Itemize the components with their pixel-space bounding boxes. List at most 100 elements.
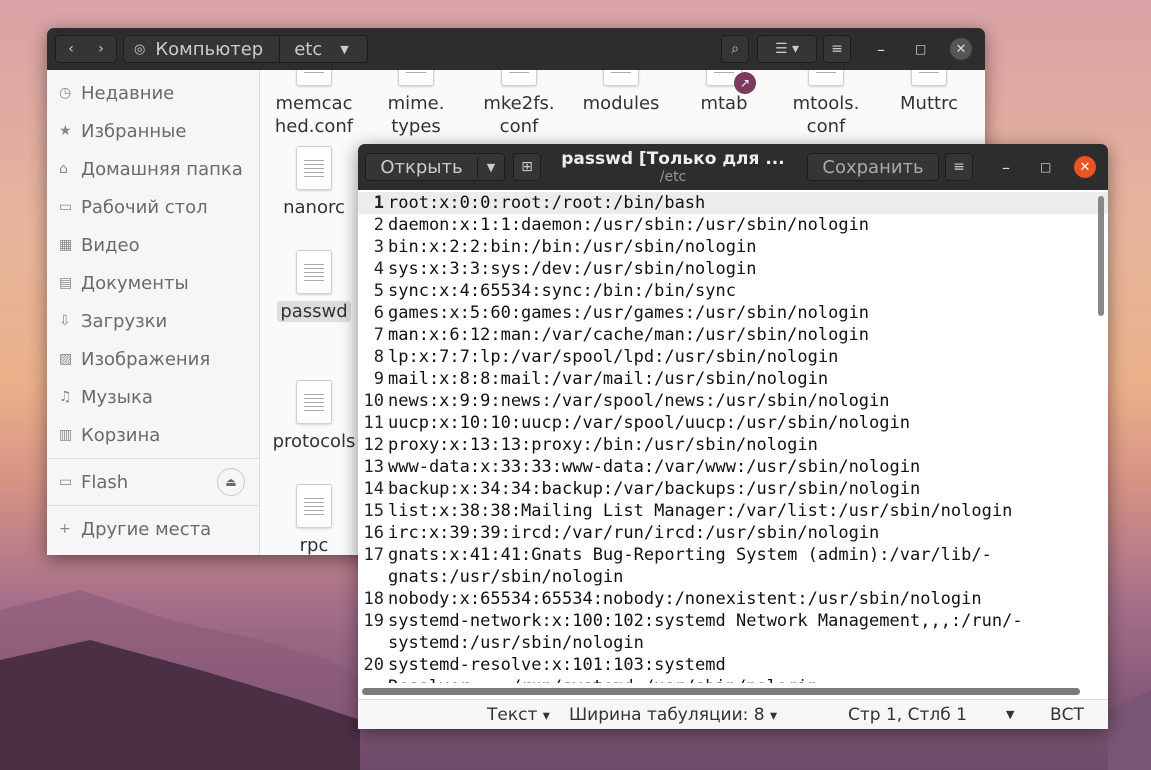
text-line: 12 proxy:x:13:13:proxy:/bin:/usr/sbin/nol… <box>358 434 1108 456</box>
sidebar-item-label: Домашняя папка <box>81 158 243 180</box>
file-item[interactable]: mke2fs. conf <box>471 70 567 138</box>
sidebar-item[interactable]: ▭ Рабочий стол <box>47 188 259 226</box>
line-number: 4 <box>373 259 384 279</box>
file-name: mime. <box>387 93 445 114</box>
file-item[interactable]: rpc <box>266 484 362 555</box>
line-text: man:x:6:12:man:/var/cache/man:/usr/sbin/… <box>388 325 870 345</box>
chevron-down-icon[interactable]: ▼ <box>1006 708 1014 721</box>
text-line: 11 uucp:x:10:10:uucp:/var/spool/uucp:/usr… <box>358 412 1108 434</box>
line-text: sync:x:4:65534:sync:/bin:/bin/sync <box>388 281 736 301</box>
maximize-button[interactable]: □ <box>915 42 926 56</box>
line-number: 2 <box>373 215 384 235</box>
pictures-icon: ▨ <box>59 351 73 367</box>
clock-icon: ◷ <box>59 85 72 101</box>
tab-width-label: Ширина табуляции: 8 <box>569 704 765 725</box>
file-item[interactable]: mime. types <box>368 70 464 138</box>
maximize-button[interactable]: □ <box>1040 160 1051 174</box>
text-line: 5 sync:x:4:65534:sync:/bin:/bin/sync <box>358 280 1108 302</box>
back-button[interactable]: ‹ <box>68 41 74 57</box>
trash-icon: ▥ <box>59 427 73 443</box>
file-item[interactable]: memcac hed.conf <box>266 70 362 138</box>
sidebar: ◷ Недавние ★ Избранные ⌂ Домашняя папка ▭ Рабоч… <box>47 70 260 555</box>
text-line: 17 gnats:x:41:41:Gnats Bug-Reporting Syst… <box>358 544 1108 588</box>
nav-buttons: ‹ › <box>55 35 117 63</box>
view-options-button[interactable]: ☰ ▾ <box>757 35 817 63</box>
sidebar-item[interactable]: ⌂ Домашняя папка <box>47 150 259 188</box>
chevron-down-icon[interactable]: ▼ <box>478 161 504 174</box>
line-number: 7 <box>373 325 384 345</box>
text-file-icon <box>911 70 947 86</box>
star-icon: ★ <box>59 123 72 139</box>
minimize-button[interactable]: – <box>877 40 885 59</box>
chevron-down-icon[interactable]: ▼ <box>340 43 348 56</box>
sidebar-item-label: Изображения <box>81 348 211 370</box>
vertical-scrollbar[interactable] <box>1098 196 1104 316</box>
open-button[interactable]: Открыть ▼ <box>365 153 505 181</box>
line-text: proxy:x:13:13:proxy:/bin:/usr/sbin/nolog… <box>388 435 818 455</box>
sidebar-item-label: Видео <box>81 234 140 256</box>
minimize-button[interactable]: – <box>1002 158 1010 177</box>
horizontal-scrollbar[interactable] <box>362 688 1080 695</box>
eject-icon[interactable]: ⏏ <box>217 468 245 496</box>
text-line: 10 news:x:9:9:news:/var/spool/news:/usr/s… <box>358 390 1108 412</box>
syntax-dropdown[interactable]: Текст ▾ <box>487 705 550 725</box>
video-icon: ▦ <box>59 237 73 253</box>
forward-button[interactable]: › <box>98 41 104 57</box>
close-button[interactable]: ✕ <box>1074 156 1096 178</box>
close-button[interactable]: ✕ <box>950 38 972 60</box>
text-line: 20systemd-resolve:x:101:103:systemd Reso… <box>358 654 1108 683</box>
window-title: passwd [Только для ... <box>561 149 785 169</box>
tab-width-dropdown[interactable]: Ширина табуляции: 8 ▾ <box>569 705 777 725</box>
file-name: passwd <box>277 301 351 322</box>
line-text: systemd-network:x:100:102:systemd Networ… <box>388 611 1023 653</box>
text-line: 18 nobody:x:65534:65534:nobody:/nonexiste… <box>358 588 1108 610</box>
syntax-label: Текст <box>487 704 538 725</box>
insert-mode[interactable]: ВСТ <box>1050 705 1084 725</box>
text-line: 16 irc:x:39:39:ircd:/var/run/ircd:/usr/sb… <box>358 522 1108 544</box>
sidebar-item-other-locations[interactable]: + Другие места <box>47 510 259 548</box>
text-line: 8 lp:x:7:7:lp:/var/spool/lpd:/usr/sbin/no… <box>358 346 1108 368</box>
line-text: nobody:x:65534:65534:nobody:/nonexistent… <box>388 589 982 609</box>
sidebar-item[interactable]: ▤ Документы <box>47 264 259 302</box>
sidebar-item[interactable]: ♫ Музыка <box>47 378 259 416</box>
text-view[interactable]: 1 root:x:0:0:root:/root:/bin/bash 2 daemon:… <box>358 190 1108 683</box>
line-number: 11 <box>363 413 384 433</box>
file-item[interactable]: mtools. conf <box>778 70 874 138</box>
menu-button[interactable]: ≡ <box>823 35 851 63</box>
sidebar-item[interactable]: ▥ Корзина <box>47 416 259 454</box>
text-file-icon <box>808 70 844 86</box>
file-item[interactable]: passwd <box>266 250 362 323</box>
search-button[interactable]: ⌕ <box>721 35 749 63</box>
file-name: Muttrc <box>900 93 958 114</box>
menu-button[interactable]: ≡ <box>945 153 973 181</box>
sidebar-item[interactable]: ◷ Недавние <box>47 74 259 112</box>
sidebar-item-flash[interactable]: ▭ Flash ⏏ <box>47 463 259 501</box>
cursor-position[interactable]: Стр 1, Стлб 1 <box>848 705 967 725</box>
download-icon: ⇩ <box>59 313 71 329</box>
new-tab-button[interactable]: ⊞ <box>513 153 541 181</box>
text-line: 2 daemon:x:1:1:daemon:/usr/sbin:/usr/sbin… <box>358 214 1108 236</box>
file-name: mtools. <box>792 93 860 114</box>
file-item[interactable]: Muttrc <box>881 70 977 115</box>
line-text: list:x:38:38:Mailing List Manager:/var/l… <box>388 501 1013 521</box>
path-etc[interactable]: etc <box>280 39 322 60</box>
line-text: lp:x:7:7:lp:/var/spool/lpd:/usr/sbin/nol… <box>388 347 839 367</box>
line-number: 9 <box>373 369 384 389</box>
text-line: 13 www-data:x:33:33:www-data:/var/www:/us… <box>358 456 1108 478</box>
sidebar-item[interactable]: ★ Избранные <box>47 112 259 150</box>
editor-title-block: passwd [Только для ... /etc <box>538 149 808 185</box>
file-item[interactable]: nanorc <box>266 146 362 219</box>
line-text: bin:x:2:2:bin:/bin:/usr/sbin/nologin <box>388 237 757 257</box>
open-label: Открыть <box>366 156 478 178</box>
sidebar-item[interactable]: ▦ Видео <box>47 226 259 264</box>
sidebar-item[interactable]: ▨ Изображения <box>47 340 259 378</box>
text-file-icon <box>501 70 537 86</box>
sidebar-item[interactable]: ⇩ Загрузки <box>47 302 259 340</box>
save-button[interactable]: Сохранить <box>807 153 939 181</box>
file-item[interactable]: modules <box>573 70 669 115</box>
file-name: nanorc <box>283 197 345 218</box>
file-item[interactable]: protocols <box>266 380 362 453</box>
path-computer[interactable]: Компьютер <box>155 36 281 62</box>
file-item[interactable]: ↗ mtab <box>676 70 772 115</box>
line-number: 15 <box>363 501 384 521</box>
